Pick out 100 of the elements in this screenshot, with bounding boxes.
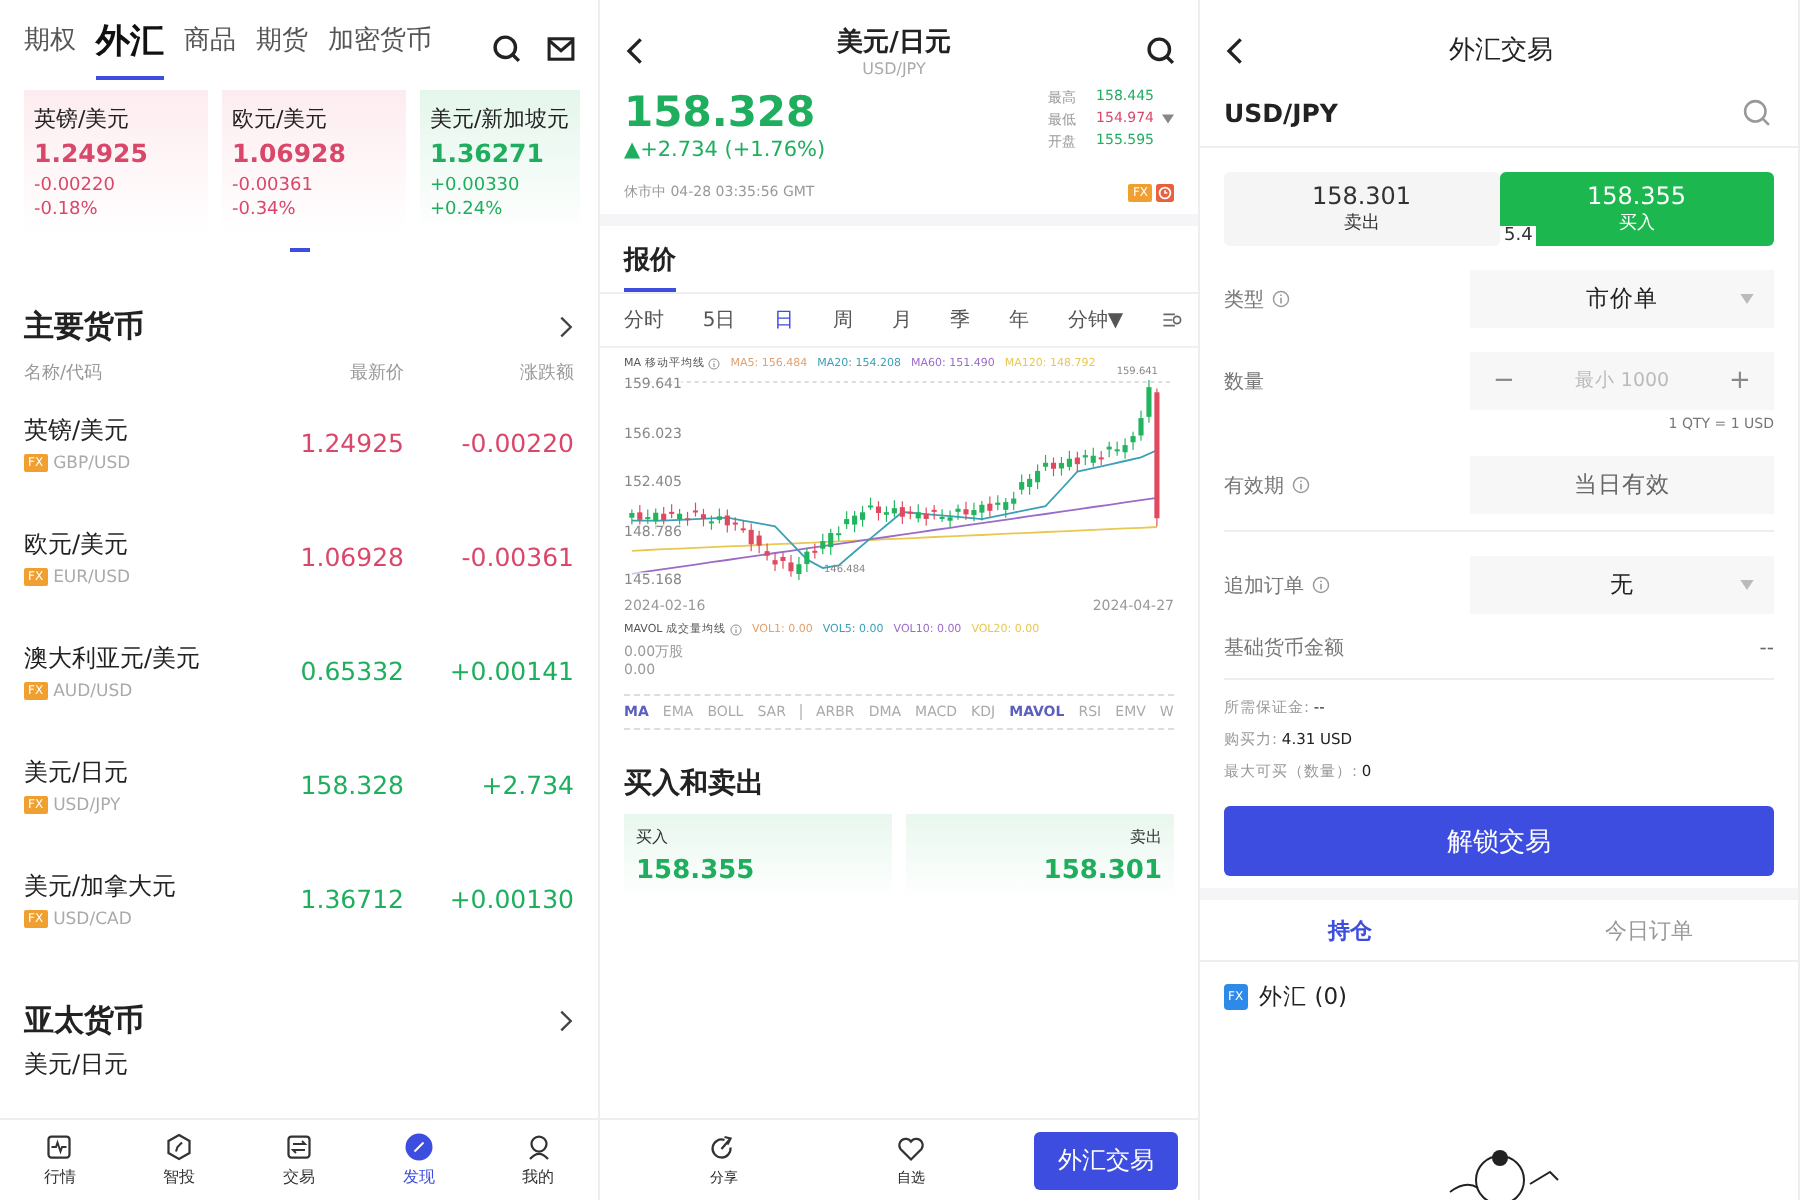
price: 0.65332 bbox=[298, 656, 404, 686]
pair-code: AUD/USD bbox=[53, 681, 133, 701]
back-icon[interactable] bbox=[624, 35, 644, 65]
symbol-code: USD/JPY bbox=[862, 59, 926, 77]
info-icon[interactable] bbox=[1292, 476, 1310, 494]
pair-code: USD/CAD bbox=[53, 909, 132, 929]
market-tab[interactable]: 加密货币 bbox=[328, 22, 432, 74]
market-tab[interactable]: 期货 bbox=[256, 22, 308, 74]
change-percent: +0.24% bbox=[430, 200, 505, 220]
clock-icon bbox=[1156, 184, 1174, 202]
chevron-right-icon[interactable] bbox=[558, 315, 574, 337]
nav-tab[interactable]: 我的 bbox=[522, 1132, 555, 1188]
market-tab[interactable]: 期权 bbox=[24, 22, 76, 74]
price: 1.06928 bbox=[232, 138, 348, 168]
compass-icon bbox=[403, 1132, 434, 1162]
section-title: 买入和卖出 bbox=[622, 766, 766, 804]
field-label: 数量 bbox=[1224, 369, 1264, 395]
pair-name: 欧元/美元 bbox=[24, 527, 131, 561]
price-change: ▲+2.734 (+1.76%) bbox=[624, 138, 826, 162]
nav-tab[interactable]: 智投 bbox=[163, 1132, 196, 1188]
field-label: 有效期 bbox=[1224, 473, 1284, 499]
field-label: 基础货币金额 bbox=[1224, 635, 1344, 662]
validity-field[interactable]: 当日有效 bbox=[1470, 456, 1774, 514]
heart-icon bbox=[895, 1133, 926, 1163]
trade-button[interactable]: 外汇交易 bbox=[1034, 1131, 1178, 1189]
column-header: 名称/代码 bbox=[24, 361, 105, 386]
caret-down-icon[interactable] bbox=[1162, 114, 1174, 124]
back-icon[interactable] bbox=[1224, 35, 1244, 65]
quote-tab[interactable]: 报价 bbox=[624, 242, 676, 292]
field-value: -- bbox=[1759, 637, 1774, 659]
last-price: 158.328 bbox=[624, 88, 818, 136]
page-indicator bbox=[289, 248, 309, 252]
symbol-code: USD/JPY bbox=[1224, 98, 1338, 128]
period-tab[interactable]: 日 bbox=[774, 306, 795, 334]
pair-code: USD/JPY bbox=[53, 795, 121, 815]
period-tab[interactable]: 季 bbox=[950, 306, 971, 334]
price: 1.24925 bbox=[298, 428, 404, 458]
change-percent: -0.18% bbox=[34, 200, 100, 220]
position-tab[interactable]: 持仓 bbox=[1200, 900, 1499, 960]
price: 1.24925 bbox=[34, 138, 150, 168]
dropdown[interactable]: 市价单 bbox=[1470, 270, 1774, 328]
search-icon[interactable] bbox=[1144, 33, 1178, 67]
change: -0.00220 bbox=[459, 428, 574, 458]
period-tab[interactable]: 周 bbox=[832, 306, 853, 334]
price: 1.36271 bbox=[430, 138, 546, 168]
change: +0.00130 bbox=[447, 884, 574, 914]
period-tab[interactable]: 分时 bbox=[624, 306, 664, 334]
quote-label: 卖出 bbox=[1130, 826, 1162, 848]
change: +0.00141 bbox=[447, 656, 574, 686]
info-icon[interactable] bbox=[1312, 576, 1330, 594]
section-title: 亚太货币 bbox=[24, 1001, 144, 1039]
pair-code: EUR/USD bbox=[53, 567, 131, 587]
change: -0.00361 bbox=[459, 542, 574, 572]
holdings-title: 外汇 (0) bbox=[1259, 982, 1348, 1012]
pair-name: 美元/日元 bbox=[24, 1048, 131, 1082]
pair-code: GBP/USD bbox=[53, 453, 131, 473]
period-tab[interactable]: 月 bbox=[891, 306, 912, 334]
pair-name: 美元/加拿大元 bbox=[24, 869, 179, 903]
nav-tab[interactable]: 交易 bbox=[282, 1132, 315, 1188]
market-tab[interactable]: 商品 bbox=[184, 22, 236, 74]
caret-down-icon bbox=[1740, 580, 1754, 590]
chevron-right-icon[interactable] bbox=[558, 1009, 574, 1031]
mail-icon[interactable] bbox=[544, 31, 578, 65]
price: 1.36712 bbox=[298, 884, 404, 914]
market-tab[interactable]: 外汇 bbox=[96, 17, 164, 79]
column-header: 涨跌额 bbox=[518, 361, 574, 386]
screen-title: 外汇交易 bbox=[1449, 34, 1553, 68]
change: -0.00361 bbox=[232, 176, 315, 196]
pair-name: 美元/日元 bbox=[24, 755, 131, 789]
dropdown[interactable]: 无 bbox=[1470, 556, 1774, 614]
quote-label: 买入 bbox=[636, 826, 670, 848]
pair-name: 美元/新加坡元 bbox=[430, 104, 570, 134]
hexagon-icon bbox=[164, 1132, 195, 1162]
settings-icon[interactable] bbox=[1161, 310, 1182, 330]
section-title: 主要货币 bbox=[24, 307, 144, 345]
period-tab[interactable]: 年 bbox=[1009, 306, 1030, 334]
side-toggle[interactable]: 158.301 卖出 bbox=[1224, 172, 1499, 246]
quantity-field[interactable]: 最小 1000 bbox=[1538, 368, 1706, 394]
field-label: 类型 bbox=[1224, 287, 1264, 313]
nav-tab[interactable]: 发现 bbox=[402, 1132, 435, 1188]
spread-badge: 5.4 bbox=[1500, 226, 1537, 246]
person-icon bbox=[523, 1132, 554, 1162]
nav-tab[interactable]: 行情 bbox=[43, 1132, 76, 1188]
period-tab[interactable]: 5日 bbox=[702, 306, 736, 334]
change: -0.00220 bbox=[34, 176, 117, 196]
field-label: 追加订单 bbox=[1224, 573, 1304, 599]
quote-price: 158.301 bbox=[1043, 856, 1162, 886]
pair-name: 英镑/美元 bbox=[24, 413, 131, 447]
exchange-icon bbox=[283, 1132, 314, 1162]
screen-title: 美元/日元 bbox=[837, 25, 951, 59]
change: +0.00330 bbox=[430, 176, 522, 196]
search-icon[interactable] bbox=[490, 31, 524, 65]
price: 158.328 bbox=[298, 770, 404, 800]
column-header: 最新价 bbox=[348, 361, 404, 386]
price: 1.06928 bbox=[298, 542, 404, 572]
change: +2.734 bbox=[479, 770, 574, 800]
info-icon[interactable] bbox=[1272, 290, 1290, 308]
unlock-button[interactable]: 解锁交易 bbox=[1224, 806, 1774, 876]
period-tab[interactable]: 分钟▼ bbox=[1067, 306, 1124, 334]
caret-down-icon bbox=[1740, 294, 1754, 304]
